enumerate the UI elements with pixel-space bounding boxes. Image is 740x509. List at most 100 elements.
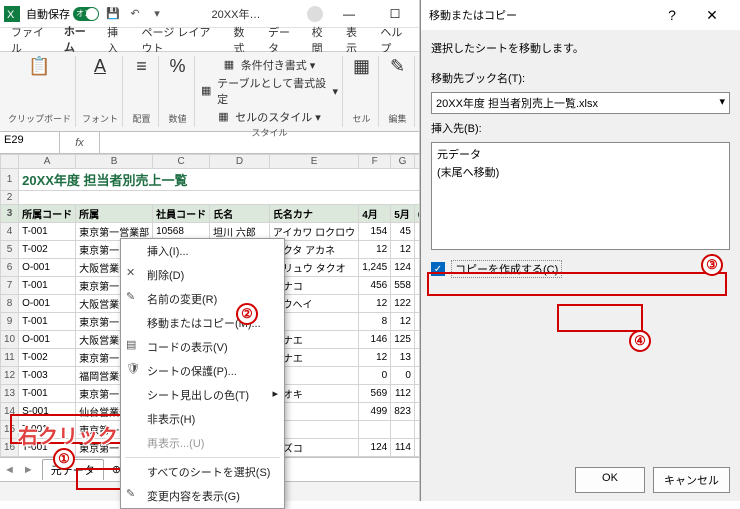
ctx-select-all[interactable]: すべてのシートを選択(S) [121,460,284,484]
cells-icon[interactable]: ▦ [353,56,370,77]
cell[interactable]: 137 [414,277,419,295]
name-box[interactable]: E29 [0,132,60,153]
cell[interactable] [414,421,419,439]
cell[interactable]: 50 [414,223,419,241]
cell[interactable]: 443 [414,259,419,277]
paste-icon[interactable]: 📋 [28,56,50,77]
group-clipboard[interactable]: 📋クリップボード [4,56,76,127]
cell[interactable]: T-001 [19,385,76,403]
cell[interactable]: 407 [414,439,419,457]
cell[interactable]: 155 [414,331,419,349]
cell[interactable]: O-001 [19,295,76,313]
list-item[interactable]: (末尾へ移動) [434,163,727,181]
edit-icon[interactable]: ✎ [390,56,405,77]
table-format-button[interactable]: ▦テーブルとして書式設定▾ [201,74,338,108]
cell[interactable]: 124 [391,259,415,277]
cell[interactable] [414,367,419,385]
cell[interactable]: 554 [414,403,419,421]
group-number[interactable]: %数値 [161,56,195,127]
cell[interactable]: 114 [391,439,415,457]
cell[interactable]: 0 [359,367,391,385]
align-icon[interactable]: ≡ [136,56,147,77]
book-select[interactable]: 20XX年度 担当者別売上一覧.xlsx▾ [431,92,730,114]
cell[interactable]: 134 [414,295,419,313]
cell[interactable]: 124 [359,439,391,457]
cell[interactable]: 276 [414,457,419,458]
percent-icon[interactable]: % [170,56,186,77]
cell[interactable]: 558 [391,277,415,295]
cell[interactable]: 499 [359,403,391,421]
cell[interactable]: T-002 [19,349,76,367]
cell[interactable]: O-001 [19,259,76,277]
cell[interactable]: O-001 [19,331,76,349]
dialog-close-button[interactable]: ✕ [692,0,732,30]
annotation-circle-1: ① [53,448,75,470]
fx-button[interactable]: fx [60,132,100,153]
cell[interactable]: 8 [359,313,391,331]
cond-format-button[interactable]: ▦条件付き書式▾ [224,56,316,74]
cell[interactable]: 134 [414,385,419,403]
cell[interactable]: T-001 [19,223,76,241]
cell[interactable]: 0 [391,367,415,385]
undo-icon[interactable]: ↶ [127,6,143,22]
cell[interactable]: 25 [414,313,419,331]
cell[interactable]: T-001 [19,313,76,331]
cell[interactable] [391,421,415,439]
dropdown-icon[interactable]: ▾ [149,6,165,22]
cell[interactable]: 125 [391,331,415,349]
ctx-rename[interactable]: ✎名前の変更(R) [121,287,284,311]
group-cell[interactable]: ▦セル [345,56,379,127]
cell[interactable]: S-001 [19,403,76,421]
dialog-help-button[interactable]: ? [652,0,692,30]
cell[interactable]: 12 [391,241,415,259]
sheet-nav-right-icon[interactable]: ► [23,464,34,476]
cell-style-button[interactable]: ▦セルのスタイル▾ [218,108,321,126]
cell[interactable]: 122 [391,295,415,313]
group-align[interactable]: ≡配置 [125,56,159,127]
cell[interactable]: T-002 [19,241,76,259]
ok-button[interactable]: OK [575,467,645,493]
cell[interactable]: T-001 [19,277,76,295]
before-list[interactable]: 元データ (末尾へ移動) [431,142,730,250]
cell[interactable]: 112 [391,385,415,403]
ctx-tab-color[interactable]: シート見出しの色(T)▸ [121,383,284,407]
ctx-insert[interactable]: 挿入(I)... [121,239,284,263]
cell[interactable] [359,421,391,439]
cell[interactable]: 12 [391,313,415,331]
cell[interactable]: 184 [359,457,391,458]
sheet-nav-left-icon[interactable]: ◄ [4,464,15,476]
group-font[interactable]: Aフォント [78,56,123,127]
create-copy-checkbox[interactable]: ✓ コピーを作成する(C) [431,260,730,278]
cell[interactable]: 13 [414,241,419,259]
cell[interactable]: 1,245 [359,259,391,277]
cancel-button[interactable]: キャンセル [653,467,730,493]
cell[interactable]: 95 [391,457,415,458]
save-icon[interactable]: 💾 [105,6,121,22]
ctx-show-changes[interactable]: ✎変更内容を表示(G) [121,484,284,508]
cell[interactable]: 569 [359,385,391,403]
column-header: 6月 [414,205,419,223]
cell[interactable]: 52 [414,349,419,367]
group-edit[interactable]: ✎編集 [381,56,415,127]
ctx-move-copy[interactable]: 移動またはコピー(M)... [121,311,284,335]
ctx-delete[interactable]: ✕削除(D) [121,263,284,287]
cell[interactable]: 146 [359,331,391,349]
cell[interactable]: 154 [359,223,391,241]
cell[interactable]: 12 [359,349,391,367]
ctx-hide[interactable]: 非表示(H) [121,407,284,431]
list-item[interactable]: 元データ [434,145,727,163]
cell[interactable]: 823 [391,403,415,421]
cell[interactable]: 13 [391,349,415,367]
cell[interactable]: 12 [359,241,391,259]
annotation-circle-4: ④ [629,330,651,352]
cell[interactable]: T-003 [19,367,76,385]
font-icon[interactable]: A [94,56,106,77]
account-avatar[interactable] [307,6,323,22]
cell[interactable]: 12 [359,295,391,313]
table-format-label: テーブルとして書式設定 [217,75,329,107]
formula-input[interactable] [100,132,419,153]
ctx-view-code[interactable]: ▤コードの表示(V) [121,335,284,359]
ctx-protect[interactable]: 🛡シートの保護(P)... [121,359,284,383]
cell[interactable]: 45 [391,223,415,241]
cell[interactable]: 456 [359,277,391,295]
